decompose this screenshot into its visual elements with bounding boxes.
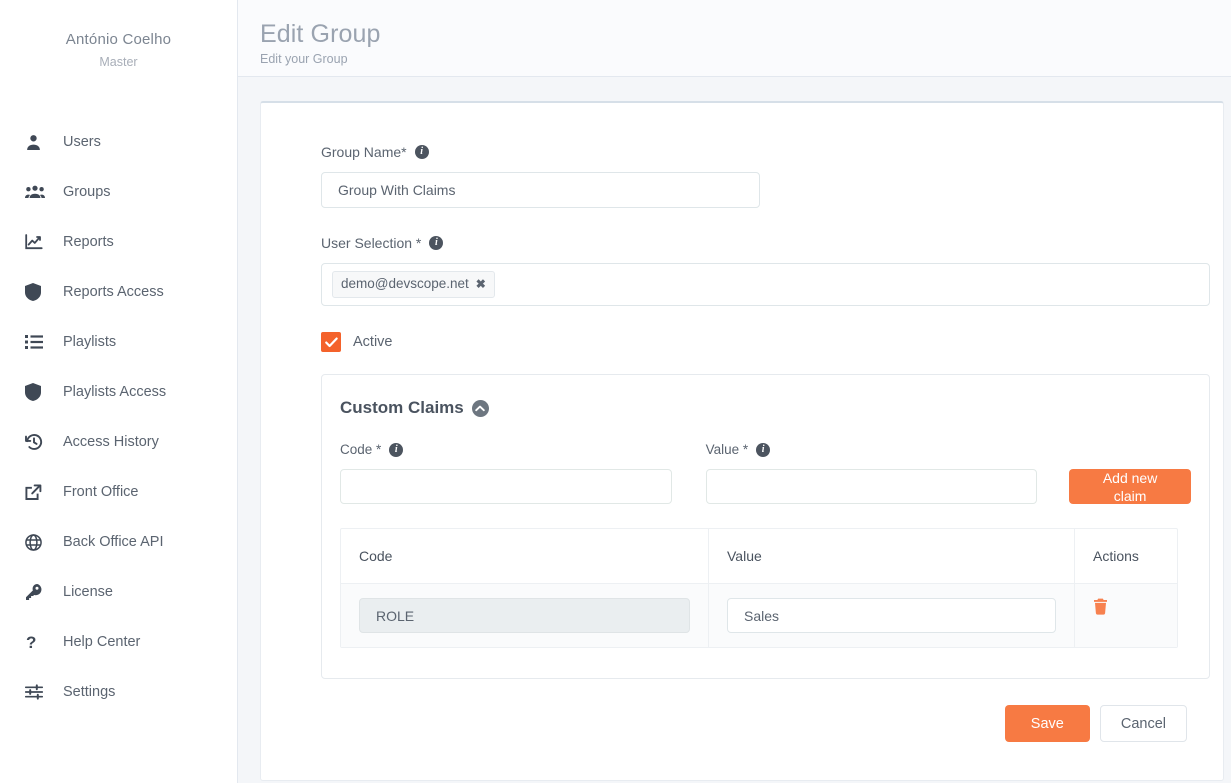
claims-table: Code Value Actions ROLE Sales <box>340 528 1178 648</box>
sidebar-item-label: Playlists Access <box>63 382 166 402</box>
claim-code-input[interactable] <box>340 469 672 504</box>
sidebar-item-help-center[interactable]: ? Help Center <box>0 617 237 667</box>
question-mark-icon: ? <box>25 632 49 652</box>
panel-footer: Save Cancel <box>261 679 1223 742</box>
sidebar-item-playlists[interactable]: Playlists <box>0 317 237 367</box>
sliders-icon <box>25 682 49 702</box>
sidebar-item-label: Back Office API <box>63 532 163 552</box>
cell-code: ROLE <box>341 584 709 647</box>
shield-icon <box>25 382 49 402</box>
sidebar-item-playlists-access[interactable]: Playlists Access <box>0 367 237 417</box>
cell-value: Sales <box>709 584 1075 647</box>
column-header-code: Code <box>341 529 709 583</box>
active-checkbox-row: Active <box>321 332 1187 352</box>
close-icon[interactable]: ✖ <box>476 278 486 290</box>
user-tag-label: demo@devscope.net <box>341 275 469 293</box>
claim-value-label: Value * i <box>706 441 1038 459</box>
user-selection-label: User Selection * i <box>321 234 1187 252</box>
info-icon[interactable]: i <box>429 236 443 250</box>
column-header-actions: Actions <box>1075 529 1177 583</box>
user-tag[interactable]: demo@devscope.net ✖ <box>332 271 495 298</box>
sidebar-item-label: Reports <box>63 232 114 252</box>
custom-claims-card: Custom Claims Code * i <box>321 374 1210 679</box>
table-header-row: Code Value Actions <box>341 529 1177 584</box>
sidebar-item-label: Front Office <box>63 482 138 502</box>
custom-claims-header: Custom Claims <box>340 397 1191 419</box>
app-root: António Coelho Master Users Groups <box>0 0 1231 783</box>
external-link-icon <box>25 482 49 502</box>
cell-actions <box>1075 584 1177 647</box>
users-group-icon <box>25 182 49 202</box>
sidebar-item-back-office-api[interactable]: Back Office API <box>0 517 237 567</box>
trash-icon[interactable] <box>1093 598 1159 615</box>
group-name-input[interactable]: Group With Claims <box>321 172 760 208</box>
claim-row-value-input[interactable]: Sales <box>727 598 1056 633</box>
sidebar-nav: Users Groups Reports Reports Access <box>0 117 237 717</box>
claim-value-label-text: Value * <box>706 441 749 459</box>
active-checkbox[interactable] <box>321 332 341 352</box>
claim-value-input[interactable] <box>706 469 1038 504</box>
user-selection-field: User Selection * i demo@devscope.net ✖ <box>321 234 1187 306</box>
claim-code-label: Code * i <box>340 441 672 459</box>
info-icon[interactable]: i <box>415 145 429 159</box>
svg-text:?: ? <box>26 633 36 651</box>
sidebar: António Coelho Master Users Groups <box>0 0 238 783</box>
info-icon[interactable]: i <box>389 443 403 457</box>
shield-icon <box>25 282 49 302</box>
check-icon <box>325 337 338 348</box>
user-selection-label-text: User Selection * <box>321 234 421 252</box>
sidebar-item-reports[interactable]: Reports <box>0 217 237 267</box>
sidebar-item-access-history[interactable]: Access History <box>0 417 237 467</box>
column-header-value: Value <box>709 529 1075 583</box>
group-name-field: Group Name* i Group With Claims <box>321 143 1187 208</box>
claim-code-field: Code * i <box>340 441 672 504</box>
profile-block: António Coelho Master <box>0 0 237 70</box>
sidebar-item-label: Groups <box>63 182 111 202</box>
custom-claims-title: Custom Claims <box>340 397 464 419</box>
sidebar-item-label: Help Center <box>63 632 140 652</box>
profile-name: António Coelho <box>26 30 211 50</box>
sidebar-item-license[interactable]: License <box>0 567 237 617</box>
sidebar-item-users[interactable]: Users <box>0 117 237 167</box>
claim-row-code-input[interactable]: ROLE <box>359 598 690 633</box>
cancel-button[interactable]: Cancel <box>1100 705 1187 742</box>
sidebar-item-groups[interactable]: Groups <box>0 167 237 217</box>
group-name-label-text: Group Name* <box>321 143 407 161</box>
sidebar-item-label: Playlists <box>63 332 116 352</box>
sidebar-item-label: Settings <box>63 682 115 702</box>
profile-role: Master <box>26 54 211 70</box>
content-scroll: Group Name* i Group With Claims User Sel… <box>238 77 1231 783</box>
claim-value-field: Value * i <box>706 441 1038 504</box>
user-selection-input[interactable]: demo@devscope.net ✖ <box>321 263 1210 306</box>
active-checkbox-label: Active <box>353 332 393 352</box>
save-button[interactable]: Save <box>1005 705 1090 742</box>
history-clock-icon <box>25 432 49 452</box>
sidebar-item-label: Access History <box>63 432 159 452</box>
chart-line-icon <box>25 232 49 252</box>
group-name-label: Group Name* i <box>321 143 1187 161</box>
info-icon[interactable]: i <box>756 443 770 457</box>
chevron-up-icon[interactable] <box>472 400 489 417</box>
sidebar-item-reports-access[interactable]: Reports Access <box>0 267 237 317</box>
page-title: Edit Group <box>260 18 1231 50</box>
edit-group-panel: Group Name* i Group With Claims User Sel… <box>260 101 1224 781</box>
page-subtitle: Edit your Group <box>260 51 1231 67</box>
list-icon <box>25 332 49 352</box>
claims-input-row: Code * i Value * i <box>340 441 1191 504</box>
sidebar-item-front-office[interactable]: Front Office <box>0 467 237 517</box>
add-new-claim-button[interactable]: Add new claim <box>1069 469 1191 504</box>
claim-code-label-text: Code * <box>340 441 381 459</box>
main-area: Edit Group Edit your Group Group Name* i… <box>238 0 1231 783</box>
page-header: Edit Group Edit your Group <box>238 0 1231 77</box>
table-row: ROLE Sales <box>341 584 1177 647</box>
user-icon <box>25 132 49 152</box>
key-icon <box>25 582 49 602</box>
panel-inner: Group Name* i Group With Claims User Sel… <box>261 143 1223 679</box>
sidebar-item-label: Reports Access <box>63 282 164 302</box>
globe-icon <box>25 532 49 552</box>
sidebar-item-label: License <box>63 582 113 602</box>
sidebar-item-label: Users <box>63 132 101 152</box>
sidebar-item-settings[interactable]: Settings <box>0 667 237 717</box>
